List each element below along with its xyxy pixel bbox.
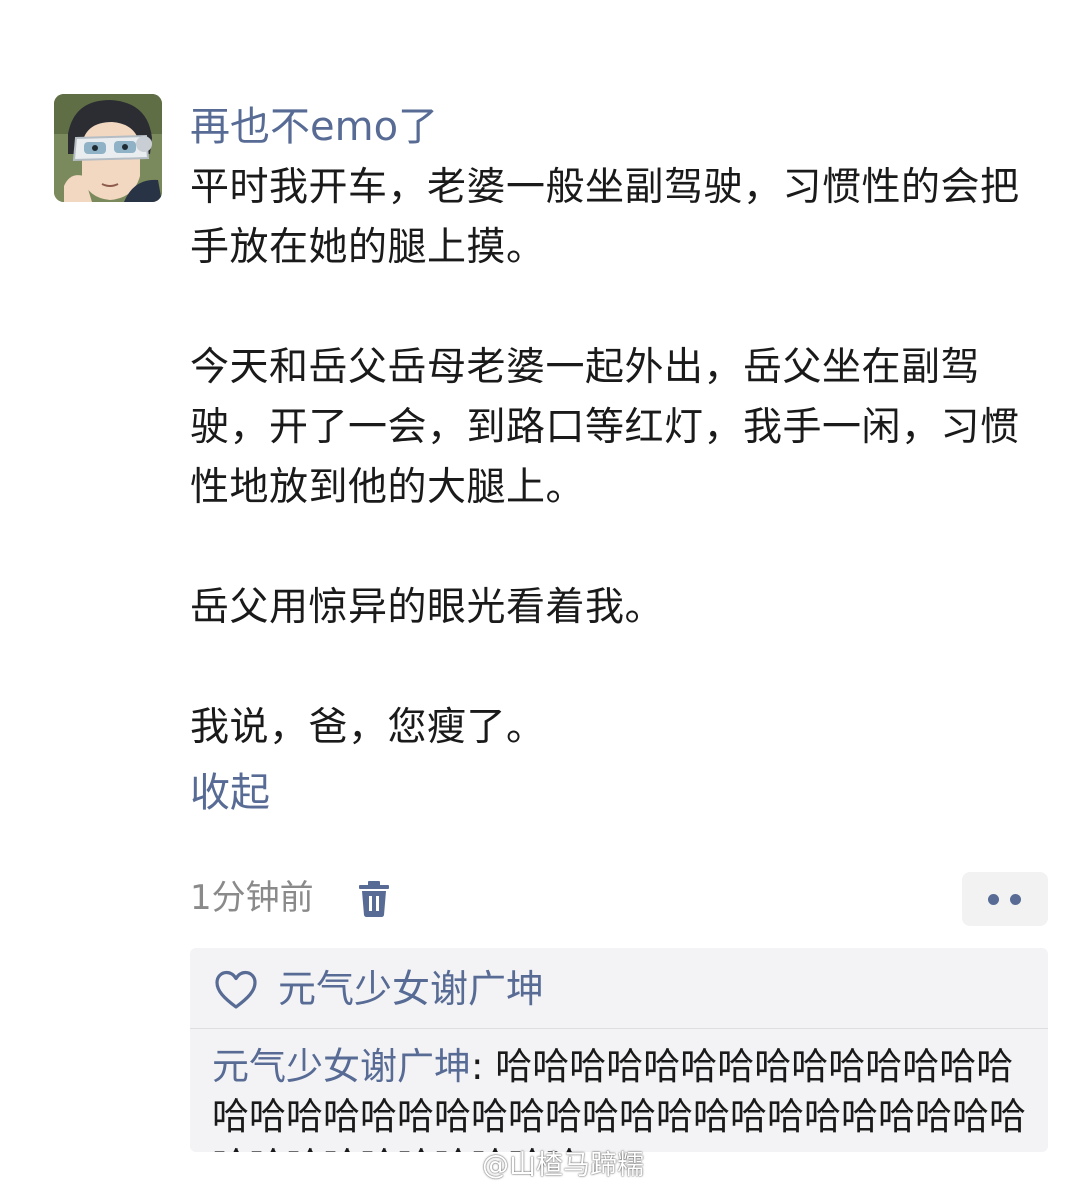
watermark-text: @山楂马蹄糯 xyxy=(482,1150,644,1181)
more-options-button[interactable] xyxy=(962,872,1048,926)
post-timestamp: 1分钟前 xyxy=(190,878,314,918)
post-body: 平时我开车，老婆一般坐副驾驶，习惯性的会把手放在她的腿上摸。 今天和岳父岳母老婆… xyxy=(190,158,1040,758)
likes-row: 元气少女谢广坤 xyxy=(190,948,1048,1028)
comment-separator: : xyxy=(471,1045,496,1088)
collapse-link[interactable]: 收起 xyxy=(190,764,270,822)
delete-button[interactable] xyxy=(356,880,392,918)
post-paragraph: 今天和岳父岳母老婆一起外出，岳父坐在副驾驶，开了一会，到路口等红灯，我手一闲，习… xyxy=(190,345,1020,510)
trash-icon xyxy=(359,881,389,917)
watermark: @山楂马蹄糯 xyxy=(448,1146,644,1186)
post-paragraph: 我说，爸，您瘦了。 xyxy=(190,705,546,750)
weibo-logo-icon xyxy=(448,1155,477,1179)
author-name[interactable]: 再也不emo了 xyxy=(190,98,438,156)
liker-name[interactable]: 元气少女谢广坤 xyxy=(278,962,544,1016)
post-paragraph: 岳父用惊异的眼光看着我。 xyxy=(190,585,665,630)
avatar[interactable] xyxy=(54,94,162,202)
heart-outline-icon xyxy=(215,970,257,1009)
post-paragraph: 平时我开车，老婆一般坐副驾驶，习惯性的会把手放在她的腿上摸。 xyxy=(190,165,1020,270)
more-dots-icon xyxy=(988,894,999,905)
comment-item[interactable]: 元气少女谢广坤: 哈哈哈哈哈哈哈哈哈哈哈哈哈哈哈哈哈哈哈哈哈哈哈哈哈哈哈哈哈哈哈… xyxy=(212,1042,1034,1152)
anime-character-avatar-icon xyxy=(54,94,162,202)
divider xyxy=(190,1028,1048,1029)
more-dots-icon xyxy=(1010,894,1021,905)
interaction-panel: 元气少女谢广坤 元气少女谢广坤: 哈哈哈哈哈哈哈哈哈哈哈哈哈哈哈哈哈哈哈哈哈哈哈… xyxy=(190,948,1048,1152)
commenter-name[interactable]: 元气少女谢广坤 xyxy=(212,1045,471,1088)
